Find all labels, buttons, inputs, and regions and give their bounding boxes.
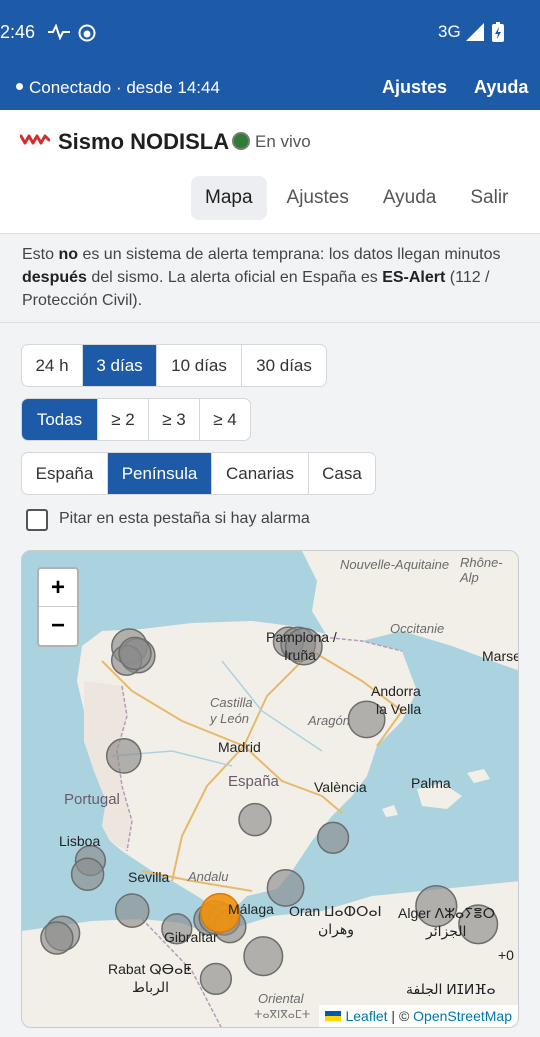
battery-charging-icon bbox=[492, 22, 504, 42]
notification-app-icon bbox=[78, 24, 96, 42]
map-label-la-vella: la Vella bbox=[376, 701, 422, 717]
magnitude-option-4[interactable]: ≥ 4 bbox=[200, 399, 250, 440]
region-filter: España Península Canarias Casa bbox=[21, 452, 376, 495]
earthquake-marker[interactable] bbox=[316, 821, 350, 854]
map-label-iruna: Iruña bbox=[284, 647, 316, 663]
map-label-alger-ar: الجزائر bbox=[426, 923, 467, 939]
magnitude-filter: Todas ≥ 2 ≥ 3 ≥ 4 bbox=[21, 398, 251, 441]
tab-ayuda[interactable]: Ayuda bbox=[369, 176, 451, 220]
network-type: 3G bbox=[438, 22, 461, 41]
region-option-espana[interactable]: España bbox=[22, 453, 108, 494]
connection-status: Conectado · desde 14:44 bbox=[16, 78, 220, 98]
signal-icon bbox=[466, 23, 484, 41]
time-option-3d[interactable]: 3 días bbox=[83, 345, 157, 386]
time-option-24h[interactable]: 24 h bbox=[22, 345, 83, 386]
map-label-marse: Marse bbox=[482, 648, 519, 664]
header-card: Sismo NODISLA En vivo Mapa Ajustes Ayuda… bbox=[0, 110, 540, 234]
tab-ajustes[interactable]: Ajustes bbox=[273, 176, 363, 220]
map-label-madrid: Madrid bbox=[218, 739, 261, 755]
time-range-filter: 24 h 3 días 10 días 30 días bbox=[21, 344, 327, 387]
beep-checkbox-label: Pitar en esta pestaña si hay alarma bbox=[59, 510, 310, 527]
map-label-oriental: Oriental bbox=[258, 991, 304, 1006]
tab-salir[interactable]: Salir bbox=[456, 176, 522, 220]
magnitude-option-all[interactable]: Todas bbox=[22, 399, 98, 440]
zoom-control: + − bbox=[37, 567, 79, 647]
map-label-aragon: Aragón bbox=[308, 713, 350, 728]
map-label-rabat: Rabat ⵕⴱⴰⵟ bbox=[108, 961, 192, 977]
map-label-alger: Alger ⴷⵣⴰⵢⴻⵔ bbox=[398, 905, 496, 921]
map-label-y-leon: y León bbox=[210, 711, 250, 726]
map-label-andorra: Andorra bbox=[371, 683, 421, 699]
live-label: En vivo bbox=[255, 132, 311, 151]
connection-dot-icon bbox=[16, 83, 23, 91]
region-option-peninsula[interactable]: Península bbox=[108, 453, 212, 494]
map-label-espana: España bbox=[228, 773, 279, 790]
zoom-out-button[interactable]: − bbox=[39, 607, 77, 645]
earthquake-marker[interactable] bbox=[118, 636, 152, 671]
openstreetmap-link[interactable]: OpenStreetMap bbox=[413, 1008, 512, 1024]
disclaimer-banner: Esto no es un sistema de alerta temprana… bbox=[0, 235, 540, 323]
map-label-djelfa: الجلفة ⵍⵊⵍⴼⴰ bbox=[406, 981, 496, 997]
live-indicator-icon bbox=[232, 132, 250, 150]
map-label-gibraltar: Gibraltar bbox=[164, 929, 218, 945]
main-nav: Mapa Ajustes Ayuda Salir bbox=[191, 176, 528, 220]
seismic-wave-logo-icon bbox=[20, 134, 50, 145]
map-label-oriental-tif: ⵜⴰⴳⵏⴳⴰⵎⵜ bbox=[254, 1009, 311, 1021]
map-label-portugal: Portugal bbox=[64, 791, 120, 808]
status-bar: 2:46 3G bbox=[0, 0, 540, 64]
pulse-icon bbox=[48, 24, 70, 40]
tab-mapa[interactable]: Mapa bbox=[191, 176, 267, 220]
earthquake-marker[interactable] bbox=[40, 921, 74, 955]
map-label-pamplona: Pamplona / bbox=[266, 629, 337, 645]
map-label-zero: +0 bbox=[498, 947, 514, 963]
earthquake-marker[interactable] bbox=[105, 738, 142, 774]
page-title: Sismo NODISLA bbox=[58, 129, 230, 154]
earthquake-marker[interactable] bbox=[114, 893, 150, 928]
leaflet-link[interactable]: Leaflet bbox=[345, 1008, 387, 1024]
map-label-oran: Oran ⵡⴰⵀⵔⴰⵏ bbox=[289, 903, 382, 919]
map-label-occitanie: Occitanie bbox=[390, 621, 445, 636]
map-label-valencia: València bbox=[314, 779, 367, 795]
earthquake-map[interactable]: Nouvelle-Aquitaine Rhône-Alp Occitanie P… bbox=[21, 550, 519, 1028]
ukraine-flag-icon bbox=[325, 1011, 342, 1021]
map-label-rhone-alp: Rhône-Alp bbox=[460, 555, 503, 585]
earthquake-marker[interactable] bbox=[238, 802, 272, 837]
earthquake-marker[interactable] bbox=[243, 936, 284, 977]
map-label-castilla: Castilla bbox=[210, 695, 253, 710]
map-label-oran-ar: وهران bbox=[318, 921, 355, 937]
map-attribution: Leaflet | © OpenStreetMap bbox=[319, 1005, 518, 1027]
appbar-settings-link[interactable]: Ajustes bbox=[382, 77, 447, 98]
beep-checkbox[interactable] bbox=[26, 509, 48, 531]
map-label-nouvelle-aquitaine: Nouvelle-Aquitaine bbox=[340, 557, 450, 572]
attribution-separator: | © bbox=[387, 1008, 414, 1024]
map-label-andalu: Andalu bbox=[188, 869, 229, 884]
region-option-casa[interactable]: Casa bbox=[309, 453, 375, 494]
earthquake-marker[interactable] bbox=[199, 962, 233, 996]
time-option-10d[interactable]: 10 días bbox=[157, 345, 242, 386]
map-label-sevilla: Sevilla bbox=[128, 869, 170, 885]
region-option-canarias[interactable]: Canarias bbox=[212, 453, 309, 494]
map-label-lisboa: Lisboa bbox=[59, 833, 101, 849]
map-label-rabat-ar: الرباط bbox=[132, 979, 169, 995]
time-option-30d[interactable]: 30 días bbox=[242, 345, 326, 386]
app-bar: Conectado · desde 14:44 Ajustes Ayuda bbox=[0, 64, 540, 110]
magnitude-option-3[interactable]: ≥ 3 bbox=[149, 399, 200, 440]
earthquake-marker[interactable] bbox=[70, 857, 105, 891]
zoom-in-button[interactable]: + bbox=[39, 569, 77, 607]
appbar-help-link[interactable]: Ayuda bbox=[474, 77, 528, 98]
magnitude-option-2[interactable]: ≥ 2 bbox=[98, 399, 149, 440]
map-label-palma: Palma bbox=[411, 775, 451, 791]
map-label-malaga: Málaga bbox=[228, 901, 274, 917]
status-time: 2:46 bbox=[0, 22, 36, 42]
